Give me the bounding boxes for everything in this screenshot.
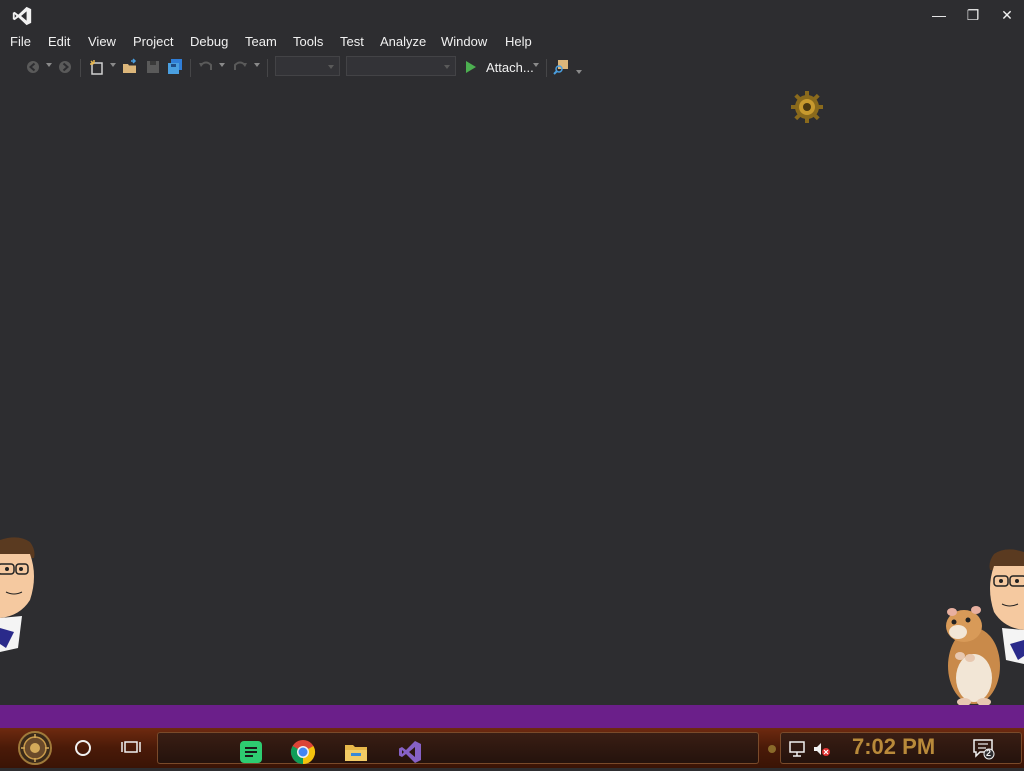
visual-studio-icon[interactable] xyxy=(397,739,423,765)
task-view-icon[interactable] xyxy=(120,738,142,758)
cartoon-character-left xyxy=(0,536,40,656)
taskbar-clock[interactable]: 7:02 PM xyxy=(852,734,935,760)
hamster-mascot xyxy=(940,604,1006,708)
action-center-icon[interactable]: 2 xyxy=(972,738,996,760)
undo-icon[interactable] xyxy=(197,58,215,76)
menu-window[interactable]: Window xyxy=(441,34,487,49)
open-file-icon[interactable] xyxy=(121,58,139,76)
volume-muted-icon[interactable] xyxy=(812,740,832,758)
menu-help[interactable]: Help xyxy=(505,34,532,49)
attach-label: Attach... xyxy=(486,59,534,75)
toolbar-overflow-icon[interactable] xyxy=(576,70,582,74)
menu-tools[interactable]: Tools xyxy=(293,34,323,49)
undo-dropdown-icon[interactable] xyxy=(219,63,225,67)
chevron-down-icon xyxy=(444,65,450,69)
editor-workspace xyxy=(0,80,1024,705)
menu-view[interactable]: View xyxy=(88,34,116,49)
chrome-icon[interactable] xyxy=(290,739,316,765)
redo-icon[interactable] xyxy=(231,58,249,76)
solution-platform-combo[interactable] xyxy=(346,56,456,76)
new-project-icon[interactable] xyxy=(88,58,106,76)
close-button[interactable]: ✕ xyxy=(990,4,1024,26)
toolbar-separator xyxy=(267,59,268,77)
gear-icon[interactable] xyxy=(790,90,824,124)
attach-button[interactable]: Attach... xyxy=(463,57,534,77)
menu-debug[interactable]: Debug xyxy=(190,34,228,49)
solution-configuration-combo[interactable] xyxy=(275,56,340,76)
toolbar-separator xyxy=(546,59,547,77)
save-all-icon[interactable] xyxy=(166,58,184,76)
forward-icon[interactable] xyxy=(56,58,74,76)
play-icon xyxy=(466,61,476,73)
standard-toolbar: Attach... xyxy=(0,54,1024,80)
attach-dropdown-icon[interactable] xyxy=(533,63,539,67)
chevron-down-icon xyxy=(328,65,334,69)
taskbar-app-panel xyxy=(157,732,759,764)
menu-test[interactable]: Test xyxy=(340,34,364,49)
visual-studio-logo-icon[interactable] xyxy=(10,5,34,27)
notification-count-badge: 2 xyxy=(986,748,992,758)
cortana-search-icon[interactable] xyxy=(72,737,94,759)
new-project-dropdown-icon[interactable] xyxy=(110,63,116,67)
status-bar xyxy=(0,705,1024,728)
network-icon[interactable] xyxy=(788,740,808,758)
back-dropdown-icon[interactable] xyxy=(46,63,52,67)
menu-edit[interactable]: Edit xyxy=(48,34,70,49)
menu-project[interactable]: Project xyxy=(133,34,173,49)
redo-dropdown-icon[interactable] xyxy=(254,63,260,67)
find-in-files-icon[interactable] xyxy=(553,58,571,76)
start-button[interactable] xyxy=(10,730,60,766)
show-hidden-icons-chevron-icon[interactable] xyxy=(766,740,778,758)
menu-bar: File Edit View Project Debug Team Tools … xyxy=(0,32,1024,52)
menu-file[interactable]: File xyxy=(10,34,31,49)
minimize-button[interactable]: — xyxy=(922,4,956,26)
restore-button[interactable]: ❐ xyxy=(956,4,990,26)
title-bar: — ❐ ✕ xyxy=(0,0,1024,32)
spotify-lite-icon[interactable] xyxy=(238,739,264,765)
file-explorer-icon[interactable] xyxy=(343,739,369,765)
toolbar-separator xyxy=(190,59,191,77)
toolbar-separator xyxy=(80,59,81,77)
menu-team[interactable]: Team xyxy=(245,34,277,49)
save-icon[interactable] xyxy=(144,58,162,76)
back-icon[interactable] xyxy=(24,58,42,76)
menu-analyze[interactable]: Analyze xyxy=(380,34,426,49)
